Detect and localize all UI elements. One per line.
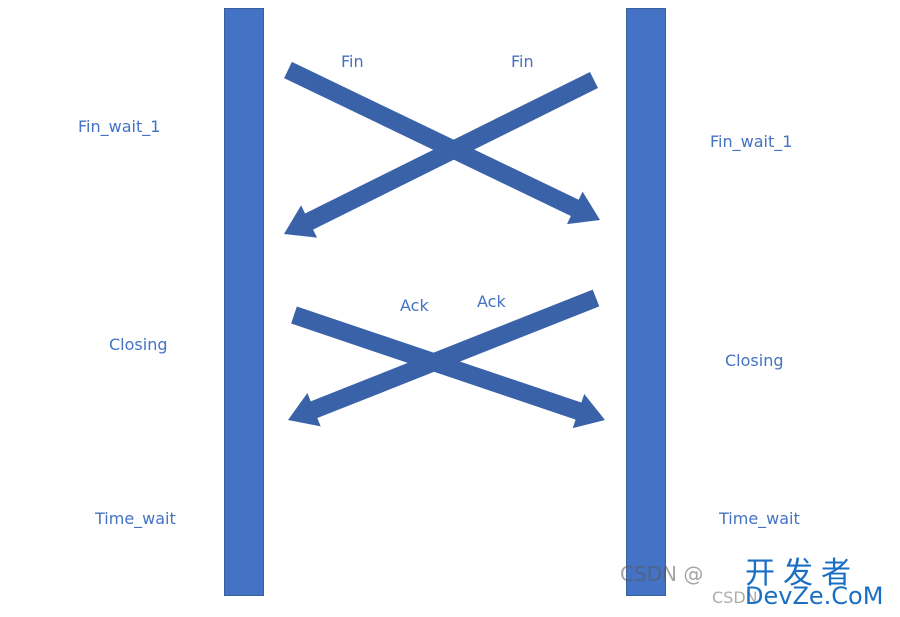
message-arrows <box>284 61 605 429</box>
watermark-logo-en: DevZe.CoM <box>745 582 884 610</box>
watermark-text: CSDN @ <box>620 562 704 586</box>
message-label-ack-left: Ack <box>400 296 429 315</box>
message-label-fin-right: Fin <box>511 52 534 71</box>
arrow-ack-left-to-right <box>291 306 605 429</box>
message-label-fin-left: Fin <box>341 52 364 71</box>
message-label-ack-right: Ack <box>477 292 506 311</box>
arrow-fin-left-to-right <box>284 61 600 225</box>
